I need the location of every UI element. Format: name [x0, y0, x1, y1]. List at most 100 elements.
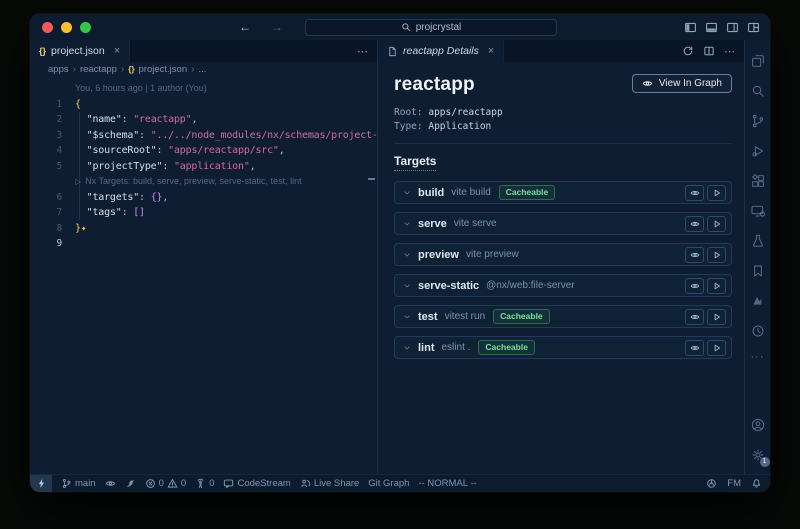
minimize-window-button[interactable]	[61, 22, 72, 33]
run-target-button[interactable]	[707, 340, 726, 356]
editor-actions-right: ⋯	[673, 40, 744, 62]
activitybar-item-account[interactable]	[745, 410, 771, 440]
tab-reactapp-details[interactable]: reactapp Details ×	[378, 40, 504, 62]
view-in-graph-button[interactable]: View In Graph	[632, 74, 732, 93]
activitybar-item-remote-explorer[interactable]	[745, 196, 771, 226]
toggle-secondary-sidebar-icon[interactable]	[726, 21, 739, 34]
refresh-icon[interactable]	[682, 45, 694, 57]
run-target-button[interactable]	[707, 247, 726, 263]
close-tab-icon[interactable]: ×	[114, 45, 120, 57]
target-row-test[interactable]: test vitest run Cacheable	[394, 305, 732, 328]
activitybar-item-search[interactable]	[745, 76, 771, 106]
toggle-sidebar-icon[interactable]	[684, 21, 697, 34]
activitybar-item-extensions[interactable]	[745, 166, 771, 196]
error-icon	[145, 478, 156, 489]
forward-button[interactable]: →	[271, 20, 283, 34]
activitybar-item-explorer[interactable]	[745, 46, 771, 76]
cacheable-badge: Cacheable	[493, 309, 550, 324]
activitybar-item-bookmarks[interactable]	[745, 256, 771, 286]
command-center-search[interactable]: projcrystal	[305, 19, 557, 36]
codelens-blame[interactable]: You, 6 hours ago | 1 author (You)	[30, 81, 377, 97]
run-target-button[interactable]	[707, 185, 726, 201]
target-row-serve-static[interactable]: serve-static @nx/web:file-server	[394, 274, 732, 297]
statusbar-vim-mode[interactable]: -- NORMAL --	[418, 478, 476, 489]
eye-icon	[642, 78, 653, 89]
codelens-nx-targets[interactable]: ▷Nx Targets: build, serve, preview, serv…	[30, 174, 377, 190]
editor-group-left: {} project.json × ⋯ apps › reactapp › {}…	[30, 40, 377, 474]
chevron-down-icon[interactable]	[403, 282, 411, 290]
run-target-button[interactable]	[707, 278, 726, 294]
show-target-button[interactable]	[685, 309, 704, 325]
breadcrumb: apps › reactapp › {} project.json › ...	[30, 62, 377, 76]
back-button[interactable]: ←	[239, 20, 251, 34]
target-row-serve[interactable]: serve vite serve	[394, 212, 732, 235]
activitybar-item-run-debug[interactable]	[745, 136, 771, 166]
split-editor-icon[interactable]	[703, 45, 715, 57]
play-icon	[712, 343, 722, 353]
chevron-down-icon[interactable]	[403, 220, 411, 228]
show-target-button[interactable]	[685, 340, 704, 356]
tab-label: project.json	[51, 45, 105, 57]
close-window-button[interactable]	[42, 22, 53, 33]
account-icon	[750, 417, 766, 433]
activitybar-item-history[interactable]	[745, 316, 771, 346]
eye-icon	[690, 219, 700, 229]
target-row-preview[interactable]: preview vite preview	[394, 243, 732, 266]
statusbar-bird[interactable]	[125, 478, 136, 489]
target-row-lint[interactable]: lint eslint . Cacheable	[394, 336, 732, 359]
show-target-button[interactable]	[685, 185, 704, 201]
run-target-button[interactable]	[707, 216, 726, 232]
chevron-down-icon[interactable]	[403, 189, 411, 197]
code-line: 7 "tags": []	[30, 205, 377, 221]
code-line: 2 "name": "reactapp",	[30, 112, 377, 128]
breadcrumb-item-apps[interactable]: apps	[48, 64, 69, 75]
traffic-lights	[42, 22, 91, 33]
indent-guide	[79, 112, 80, 220]
eye-icon	[690, 188, 700, 198]
statusbar-problems[interactable]: 0 0	[145, 478, 187, 489]
chevron-down-icon[interactable]	[403, 313, 411, 321]
chevron-down-icon[interactable]	[403, 251, 411, 259]
targets-heading: Targets	[394, 154, 436, 171]
activitybar-item-nx-console[interactable]	[745, 286, 771, 316]
bell-icon[interactable]	[751, 478, 762, 489]
line-number: 1	[30, 97, 75, 113]
chevron-down-icon[interactable]	[403, 344, 411, 352]
play-icon	[712, 312, 722, 322]
statusbar-git-graph[interactable]: Git Graph	[368, 478, 409, 489]
more-actions-icon[interactable]: ⋯	[357, 45, 368, 58]
show-target-button[interactable]	[685, 247, 704, 263]
statusbar-ports[interactable]: 0	[195, 478, 214, 489]
statusbar-fm[interactable]: FM	[727, 478, 741, 489]
maximize-window-button[interactable]	[80, 22, 91, 33]
remote-indicator[interactable]	[30, 475, 52, 492]
breadcrumb-item-reactapp[interactable]: reactapp	[80, 64, 117, 75]
close-tab-icon[interactable]: ×	[488, 45, 494, 57]
activitybar-item-settings[interactable]: 1	[745, 440, 771, 470]
vscode-window: ← → projcrystal {} project.json ×	[30, 14, 770, 492]
code-editor[interactable]: You, 6 hours ago | 1 author (You) 1 { 2 …	[30, 76, 377, 474]
statusbar-liveshare[interactable]: Live Share	[300, 478, 359, 489]
pretzel-icon[interactable]	[706, 478, 717, 489]
activitybar-more-icon[interactable]: ···	[745, 346, 771, 368]
project-details-panel: reactapp View In Graph Root: apps/reacta…	[378, 62, 744, 474]
more-actions-icon[interactable]: ⋯	[724, 45, 735, 58]
files-icon	[750, 53, 766, 69]
customize-layout-icon[interactable]	[747, 21, 760, 34]
toggle-panel-icon[interactable]	[705, 21, 718, 34]
activitybar-item-testing[interactable]	[745, 226, 771, 256]
run-target-button[interactable]	[707, 309, 726, 325]
chevron-right-icon: ›	[191, 64, 194, 75]
tab-project-json[interactable]: {} project.json ×	[30, 40, 130, 62]
breadcrumb-item-symbol[interactable]: ...	[198, 64, 206, 75]
target-row-build[interactable]: build vite build Cacheable	[394, 181, 732, 204]
activitybar-item-source-control[interactable]	[745, 106, 771, 136]
breadcrumb-item-file[interactable]: project.json	[139, 64, 188, 75]
statusbar-codestream[interactable]: CodeStream	[223, 478, 290, 489]
statusbar-blame-toggle[interactable]	[105, 478, 116, 489]
bookmark-icon	[750, 263, 766, 279]
show-target-button[interactable]	[685, 216, 704, 232]
statusbar-branch[interactable]: main	[61, 478, 96, 489]
show-target-button[interactable]	[685, 278, 704, 294]
play-icon	[712, 281, 722, 291]
